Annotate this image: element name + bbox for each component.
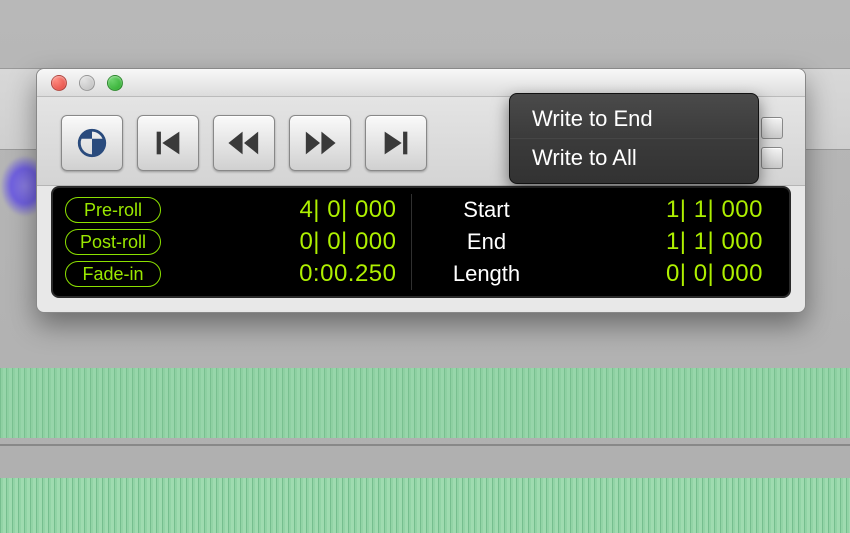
preroll-value[interactable]: 4| 0| 000 [299, 196, 410, 224]
window-zoom-button[interactable] [107, 75, 123, 91]
start-value[interactable]: 1| 1| 000 [666, 196, 777, 224]
length-label: Length [432, 261, 542, 287]
postroll-value[interactable]: 0| 0| 000 [299, 228, 410, 256]
window-minimize-button[interactable] [79, 75, 95, 91]
start-row: Start 1| 1| 000 [432, 194, 778, 226]
background-waveform-2 [0, 478, 850, 533]
fast-forward-button[interactable] [289, 115, 351, 171]
side-button-2[interactable] [761, 147, 783, 169]
online-icon [75, 126, 109, 160]
toolbar-side-stack [761, 117, 783, 169]
go-to-start-button[interactable] [137, 115, 199, 171]
end-value[interactable]: 1| 1| 000 [666, 228, 777, 256]
side-button-1[interactable] [761, 117, 783, 139]
write-automation-menu: Write to End Write to All [509, 93, 759, 184]
counter-right-column: Start 1| 1| 000 End 1| 1| 000 Length 0| … [411, 194, 778, 290]
end-label: End [432, 229, 542, 255]
fadein-label[interactable]: Fade-in [65, 261, 161, 287]
menu-item-write-to-all[interactable]: Write to All [510, 138, 758, 177]
start-label: Start [432, 197, 542, 223]
transport-window: Write to End Write to All Pre-roll 4| 0|… [36, 68, 806, 313]
window-close-button[interactable] [51, 75, 67, 91]
counter-left-column: Pre-roll 4| 0| 000 Post-roll 0| 0| 000 F… [65, 194, 411, 290]
preroll-row: Pre-roll 4| 0| 000 [65, 194, 411, 226]
go-to-start-icon [151, 126, 185, 160]
length-row: Length 0| 0| 000 [432, 258, 778, 290]
go-to-end-icon [379, 126, 413, 160]
end-row: End 1| 1| 000 [432, 226, 778, 258]
menu-item-write-to-end[interactable]: Write to End [510, 100, 758, 138]
counter-display: Pre-roll 4| 0| 000 Post-roll 0| 0| 000 F… [51, 186, 791, 298]
go-to-end-button[interactable] [365, 115, 427, 171]
rewind-icon [227, 126, 261, 160]
length-value[interactable]: 0| 0| 000 [666, 260, 777, 288]
postroll-row: Post-roll 0| 0| 000 [65, 226, 411, 258]
postroll-label[interactable]: Post-roll [65, 229, 161, 255]
fast-forward-icon [303, 126, 337, 160]
rewind-button[interactable] [213, 115, 275, 171]
preroll-label[interactable]: Pre-roll [65, 197, 161, 223]
background-track-separator [0, 444, 850, 446]
fadein-value[interactable]: 0:00.250 [299, 260, 410, 288]
online-button[interactable] [61, 115, 123, 171]
transport-toolbar: Write to End Write to All [37, 97, 805, 186]
background-waveform-1 [0, 368, 850, 438]
fadein-row: Fade-in 0:00.250 [65, 258, 411, 290]
